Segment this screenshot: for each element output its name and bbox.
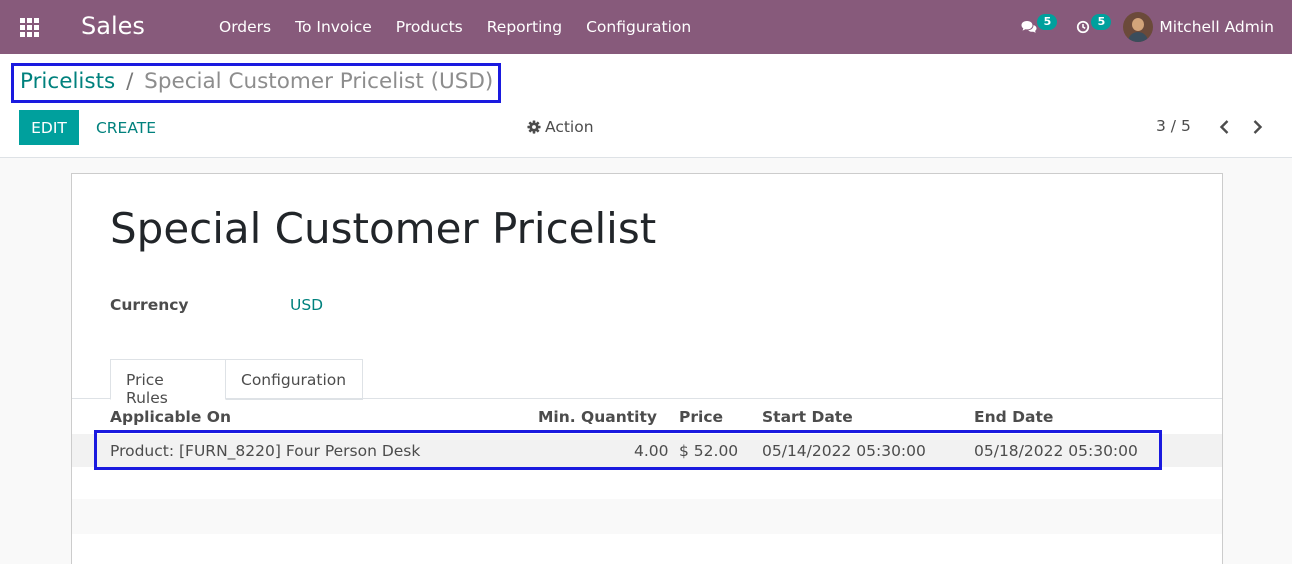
currency-label: Currency — [110, 296, 189, 314]
chevron-right-icon — [1253, 120, 1263, 134]
currency-value[interactable]: USD — [290, 296, 323, 314]
create-button[interactable]: CREATE — [84, 110, 168, 145]
gear-icon — [527, 120, 541, 134]
user-name: Mitchell Admin — [1159, 18, 1274, 36]
notebook-tabs: Price Rules Configuration — [72, 359, 1222, 407]
edit-button[interactable]: EDIT — [19, 110, 79, 145]
table-row[interactable]: Product: [FURN_8220] Four Person Desk 4.… — [72, 434, 1222, 467]
pager-previous-button[interactable] — [1212, 114, 1238, 140]
column-price[interactable]: Price — [679, 408, 723, 426]
menu-item-products[interactable]: Products — [384, 18, 475, 36]
breadcrumb-separator: / — [126, 69, 134, 94]
chevron-left-icon — [1219, 120, 1229, 134]
messages-badge: 5 — [1037, 14, 1058, 30]
form-sheet: Special Customer Pricelist Currency USD … — [71, 173, 1223, 564]
column-start-date[interactable]: Start Date — [762, 408, 853, 426]
menu-item-configuration[interactable]: Configuration — [574, 18, 703, 36]
tab-price-rules[interactable]: Price Rules — [110, 359, 226, 407]
cell-min-quantity: 4.00 — [634, 442, 669, 460]
column-end-date[interactable]: End Date — [974, 408, 1053, 426]
cell-price: $ 52.00 — [679, 442, 739, 460]
activities-button[interactable]: 5 — [1069, 12, 1112, 42]
cell-applicable-on: Product: [FURN_8220] Four Person Desk — [110, 442, 421, 460]
column-min-quantity[interactable]: Min. Quantity — [538, 408, 657, 426]
pager-value[interactable]: 3 / 5 — [1156, 117, 1191, 135]
chat-icon — [1021, 21, 1037, 33]
systray: 5 5 Mitchell Admin — [1015, 0, 1292, 54]
messages-button[interactable]: 5 — [1015, 12, 1058, 42]
cell-start-date: 05/14/2022 05:30:00 — [762, 442, 926, 460]
action-dropdown[interactable]: Action — [527, 118, 594, 136]
breadcrumb-current: Special Customer Pricelist (USD) — [144, 69, 494, 94]
breadcrumb: Pricelists / Special Customer Pricelist … — [11, 63, 502, 103]
pager-next-button[interactable] — [1244, 114, 1270, 140]
activities-badge: 5 — [1091, 14, 1112, 30]
cell-end-date: 05/18/2022 05:30:00 — [974, 442, 1138, 460]
control-panel: Pricelists / Special Customer Pricelist … — [0, 54, 1292, 158]
top-navbar: Sales Orders To Invoice Products Reporti… — [0, 0, 1292, 54]
tab-configuration[interactable]: Configuration — [226, 359, 363, 400]
action-label: Action — [545, 118, 594, 136]
app-name[interactable]: Sales — [81, 12, 145, 40]
column-applicable-on[interactable]: Applicable On — [110, 408, 231, 426]
apps-grid-icon[interactable] — [20, 18, 40, 37]
table-header: Applicable On Min. Quantity Price Start … — [72, 400, 1222, 434]
table-empty-row — [72, 467, 1222, 499]
main-menu: Orders To Invoice Products Reporting Con… — [207, 0, 703, 54]
user-menu[interactable]: Mitchell Admin — [1123, 12, 1274, 42]
table-empty-row — [72, 499, 1222, 534]
menu-item-to-invoice[interactable]: To Invoice — [283, 18, 384, 36]
menu-item-reporting[interactable]: Reporting — [475, 18, 574, 36]
pricelist-title: Special Customer Pricelist — [110, 204, 657, 253]
clock-icon — [1077, 20, 1090, 34]
breadcrumb-pricelists-link[interactable]: Pricelists — [20, 69, 115, 94]
menu-item-orders[interactable]: Orders — [207, 18, 283, 36]
avatar — [1123, 12, 1154, 42]
